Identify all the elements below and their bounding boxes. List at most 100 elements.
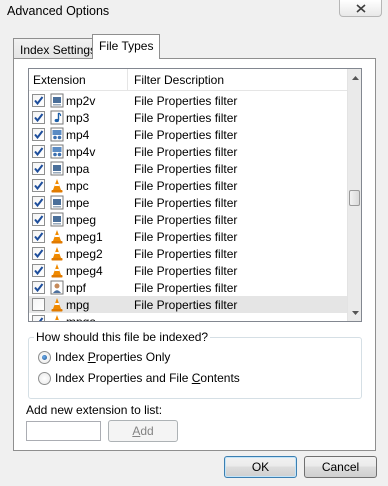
radio-index-properties-only[interactable]: Index Properties Only <box>38 350 170 364</box>
row-checkbox[interactable] <box>32 213 45 226</box>
row-checkbox[interactable] <box>32 196 45 209</box>
list-item[interactable]: mp4 File Properties filter <box>29 126 347 143</box>
extension-cell: mp2v <box>66 94 96 108</box>
row-checkbox[interactable] <box>32 315 45 321</box>
video-file-icon <box>50 161 64 176</box>
row-checkbox[interactable] <box>32 230 45 243</box>
radio-label: Index Properties and File Contents <box>55 371 240 385</box>
index-method-group <box>28 337 362 399</box>
window-title: Advanced Options <box>7 4 110 18</box>
list-item[interactable]: mpga <box>29 313 347 321</box>
row-checkbox[interactable] <box>32 298 45 311</box>
title-bar: Advanced Options <box>0 0 388 26</box>
extension-cell: mp4 <box>66 128 90 142</box>
extension-cell: mpeg4 <box>66 264 103 278</box>
radio-button[interactable] <box>38 350 51 364</box>
extension-cell: mpeg <box>66 213 97 227</box>
row-checkbox[interactable] <box>32 162 45 175</box>
tab-label: Index Settings <box>20 43 97 57</box>
vlc-cone-icon <box>50 263 64 278</box>
radio-index-properties-and-contents[interactable]: Index Properties and File Contents <box>38 371 240 385</box>
media-file-icon <box>50 144 64 159</box>
close-icon <box>355 3 366 13</box>
row-checkbox[interactable] <box>32 128 45 141</box>
scroll-thumb[interactable] <box>349 190 360 206</box>
list-item[interactable]: mp4v File Properties filter <box>29 143 347 160</box>
cancel-button-label: Cancel <box>321 460 360 474</box>
column-header-extension[interactable]: Extension <box>33 73 86 87</box>
radio-label: Index Properties Only <box>55 350 171 364</box>
description-cell: File Properties filter <box>134 145 238 159</box>
list-item[interactable]: mp3 File Properties filter <box>29 109 347 126</box>
scroll-down-button[interactable] <box>348 304 361 321</box>
extension-cell: mpc <box>66 179 89 193</box>
extension-cell: mpg <box>66 298 90 312</box>
media-file-icon <box>50 127 64 142</box>
add-extension-input[interactable] <box>26 421 101 441</box>
extension-cell: mpf <box>66 281 87 295</box>
list-header: Extension Filter Description <box>29 69 347 91</box>
extension-cell: mpeg2 <box>66 247 103 261</box>
row-checkbox[interactable] <box>32 145 45 158</box>
list-item[interactable]: mpe File Properties filter <box>29 194 347 211</box>
ok-button-label: OK <box>251 460 270 474</box>
extension-cell: mpe <box>66 196 90 210</box>
index-method-legend: How should this file be indexed? <box>34 330 211 344</box>
list-item[interactable]: mpeg2 File Properties filter <box>29 245 347 262</box>
vlc-cone-icon <box>50 229 64 244</box>
list-item[interactable]: mp2v File Properties filter <box>29 92 347 109</box>
row-checkbox[interactable] <box>32 111 45 124</box>
list-item[interactable]: mpa File Properties filter <box>29 160 347 177</box>
list-item[interactable]: mpeg File Properties filter <box>29 211 347 228</box>
tab-file-types[interactable]: File Types <box>92 34 161 59</box>
add-button[interactable]: Add <box>108 420 178 442</box>
vlc-cone-icon <box>50 314 64 321</box>
description-cell: File Properties filter <box>134 162 238 176</box>
description-cell: File Properties filter <box>134 179 238 193</box>
row-checkbox[interactable] <box>32 179 45 192</box>
add-button-label: Add <box>132 424 154 438</box>
ok-button[interactable]: OK <box>224 456 297 478</box>
cancel-button[interactable]: Cancel <box>304 456 377 478</box>
row-checkbox[interactable] <box>32 247 45 260</box>
music-note-icon <box>50 110 64 125</box>
tab-index-settings[interactable]: Index Settings <box>13 38 103 59</box>
video-file-icon <box>50 212 64 227</box>
list-item[interactable]: mpf File Properties filter <box>29 279 347 296</box>
extension-cell: mpga <box>66 315 96 321</box>
description-cell: File Properties filter <box>134 94 238 108</box>
video-file-icon <box>50 93 64 108</box>
row-checkbox[interactable] <box>32 281 45 294</box>
tab-label: File Types <box>99 39 154 53</box>
extension-cell: mp4v <box>66 145 96 159</box>
scroll-up-button[interactable] <box>348 69 361 86</box>
extension-cell: mp3 <box>66 111 90 125</box>
vertical-scrollbar[interactable] <box>347 69 361 321</box>
description-cell: File Properties filter <box>134 111 238 125</box>
list-item[interactable]: mpg File Properties filter <box>29 296 347 313</box>
row-checkbox[interactable] <box>32 264 45 277</box>
extension-cell: mpeg1 <box>66 230 103 244</box>
list-item[interactable]: mpeg4 File Properties filter <box>29 262 347 279</box>
description-cell: File Properties filter <box>134 264 238 278</box>
arrow-up-icon <box>351 75 359 80</box>
row-checkbox[interactable] <box>32 94 45 107</box>
file-types-list[interactable]: Extension Filter Description mp2v File Pr… <box>28 68 362 322</box>
vlc-cone-icon <box>50 297 64 312</box>
list-item[interactable]: mpc File Properties filter <box>29 177 347 194</box>
description-cell: File Properties filter <box>134 230 238 244</box>
list-rows: mp2v File Properties filter mp3 File Proper… <box>29 92 347 321</box>
radio-button[interactable] <box>38 371 51 385</box>
list-item[interactable]: mpeg1 File Properties filter <box>29 228 347 245</box>
close-button[interactable] <box>339 0 382 17</box>
vlc-cone-icon <box>50 246 64 261</box>
column-header-description[interactable]: Filter Description <box>134 73 224 87</box>
video-file-icon <box>50 195 64 210</box>
column-divider[interactable] <box>127 69 128 91</box>
description-cell: File Properties filter <box>134 281 238 295</box>
vlc-cone-icon <box>50 178 64 193</box>
description-cell: File Properties filter <box>134 298 238 312</box>
contact-file-icon <box>50 280 64 295</box>
arrow-down-icon <box>351 310 359 315</box>
description-cell: File Properties filter <box>134 128 238 142</box>
